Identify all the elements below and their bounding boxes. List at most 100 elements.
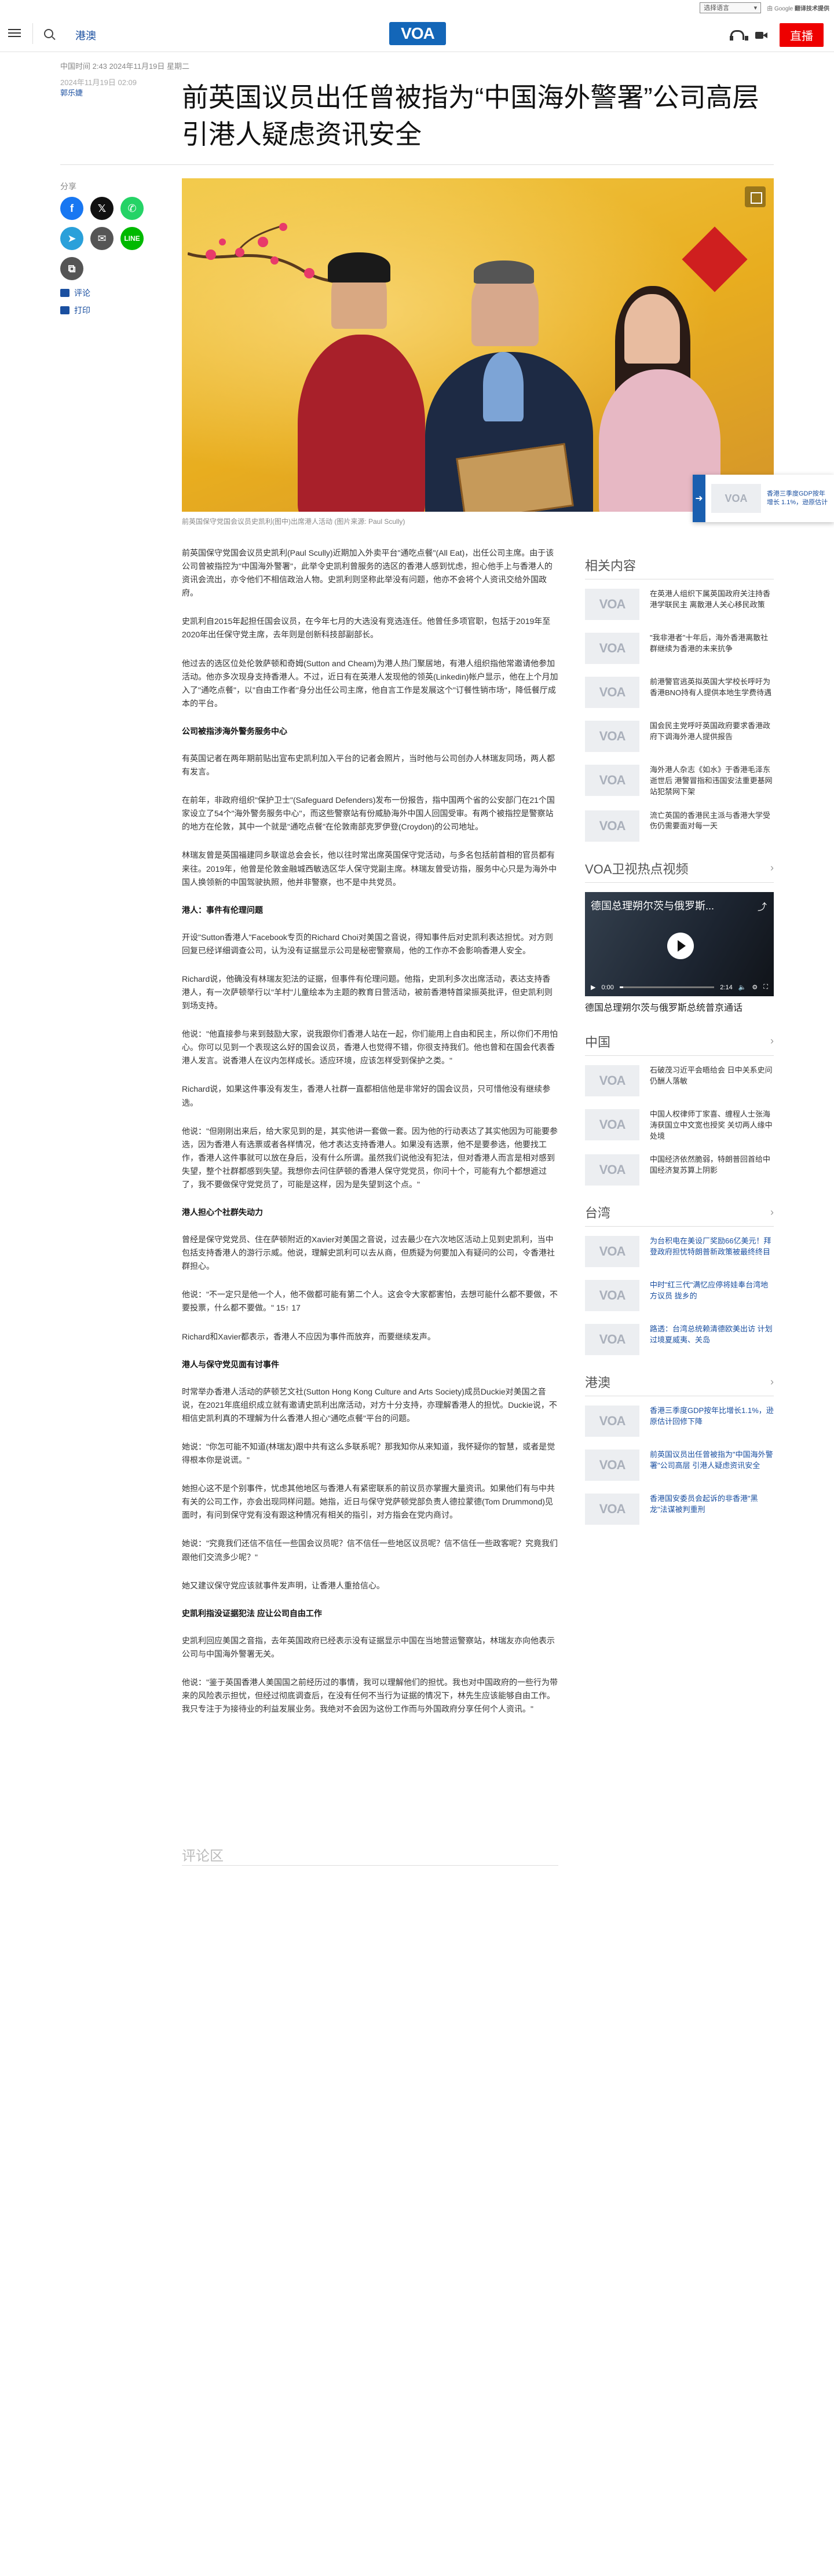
thumbnail-logo: VOA	[585, 1324, 639, 1356]
copy-link-icon[interactable]: ⧉	[60, 257, 83, 280]
body-paragraph: 时常举办香港人活动的萨顿艺文社(Sutton Hong Kong Culture…	[182, 1386, 557, 1423]
body-paragraph: Richard说，他确没有林瑞友犯法的证据，但事件有伦理问题。他指，史凯利多次出…	[182, 974, 553, 1011]
site-header: 港澳 VOA 直播	[0, 15, 834, 52]
email-icon[interactable]: ✉	[90, 227, 114, 250]
x-twitter-icon[interactable]: 𝕏	[90, 197, 114, 220]
thumbnail-logo: VOA	[585, 1154, 639, 1186]
sidebar-news-item[interactable]: VOA "我非港者"十年后，海外香港离散社群继续为香港的未来抗争	[585, 633, 774, 664]
settings-icon[interactable]: ⚙	[752, 984, 758, 991]
sidebar-news-item[interactable]: VOA 海外港人杂志《如水》于香港毛泽东逝世后 港警冒指和违国安法重更基网站犯禁网…	[585, 765, 774, 798]
headphones-icon[interactable]	[729, 28, 748, 42]
chevron-right-icon: ›	[770, 1375, 774, 1388]
language-select[interactable]: 选择语言 ▾	[700, 2, 762, 13]
powered-by: 由 Google 翻译技术提供	[767, 5, 829, 12]
taiwan-title: 台湾	[585, 1206, 611, 1221]
sidebar-news-title: 国会民主党呼吁英国政府要求香港政府下调海外港人提供报告	[650, 721, 771, 741]
expand-icon[interactable]	[745, 186, 766, 207]
sidebar-news-item[interactable]: VOA 路透：台湾总统赖清德欧美出访 计划过境夏威夷、关岛	[585, 1324, 774, 1356]
fullscreen-icon[interactable]: ⛶	[763, 984, 768, 991]
sidebar-news-item[interactable]: VOA 香港国安委员会起诉的非香港"黑龙"法谋被判重刑	[585, 1494, 774, 1525]
share-row: ⧉	[60, 257, 159, 280]
chevron-right-icon: ›	[770, 862, 774, 874]
facebook-icon[interactable]: f	[60, 197, 83, 220]
play-button-icon[interactable]	[667, 932, 694, 959]
body-paragraph: 他说："他直接参与来到鼓励大家，说我跟你们香港人站在一起，你们能用上自由和民主，…	[182, 1029, 558, 1066]
section-link-hongkong[interactable]: 港澳	[75, 28, 96, 43]
voa-logo[interactable]: VOA	[389, 22, 446, 45]
whatsapp-icon[interactable]: ✆	[120, 197, 144, 220]
video-header[interactable]: VOA卫视热点视频 ›	[585, 859, 774, 883]
body-paragraph: 曾经是保守党党员、住在萨顿附近的Xavier对美国之音说，过去最少在六次地区活动…	[182, 1235, 555, 1271]
video-caption[interactable]: 德国总理朔尔茨与俄罗斯总统普京通话	[585, 1002, 774, 1015]
thumbnail-logo: VOA	[585, 1406, 639, 1437]
video-player[interactable]: 德国总理朔尔茨与俄罗斯... ⤴ ▶ 0:00 2:14 🔈 ⚙ ⛶	[585, 891, 774, 996]
arrow-right-icon[interactable]: ➜	[693, 475, 705, 522]
body-paragraph: 他说："不一定只是他一个人，他不做都可能有第二个人。这会令大家都害怕，去想可能什…	[182, 1290, 558, 1313]
language-select-label: 选择语言	[704, 5, 730, 12]
sidebar-news-title: 中国人权律师丁家喜、缠程人士张海涛获国立中文宽也授奖 关切两人缘中处境	[650, 1109, 773, 1140]
thumbnail-logo: VOA	[585, 1236, 639, 1268]
sidebar-news-item[interactable]: VOA 中国经济依然脆弱，特朗普回首给中国经济复苏算上阴影	[585, 1154, 774, 1186]
sidebar-news-title: 中时"红三代"满忆应停将娃奉台湾地方议员 拢乡的	[650, 1280, 769, 1301]
video-section-title: VOA卫视热点视频	[585, 861, 689, 876]
section-heading: 港人：事件有伦理问题	[182, 905, 263, 915]
video-camera-icon[interactable]	[754, 28, 768, 42]
sidebar-news-item[interactable]: VOA 中国人权律师丁家喜、缠程人士张海涛获国立中文宽也授奖 关切两人缘中处境	[585, 1109, 774, 1142]
article-body: 前英国保守党国会议员史凯利(Paul Scully)近期加入外卖平台"通吃点餐"…	[182, 546, 558, 1731]
thumbnail-logo: VOA	[585, 1280, 639, 1312]
body-paragraph: 在前年，非政府组织"保护卫士"(Safeguard Defenders)发布一份…	[182, 795, 555, 832]
body-paragraph: 开设"Sutton香港人"Facebook专页的Richard Choi对美国之…	[182, 932, 553, 955]
hongkong-title: 港澳	[585, 1375, 611, 1390]
volume-icon[interactable]: 🔈	[738, 984, 747, 991]
comments-link[interactable]: 评论	[60, 287, 159, 299]
video-progress-bar[interactable]	[619, 986, 715, 989]
body-paragraph: 他过去的选区位处伦敦萨顿和奇姆(Sutton and Cheam)为港人热门聚居…	[182, 658, 558, 708]
hongkong-section: 港澳 › VOA 香港三季度GDP按年比增长1.1%，逊原估计回修下降 VOA 前英国…	[585, 1373, 774, 1525]
sidebar-news-item[interactable]: VOA 国会民主党呼吁英国政府要求香港政府下调海外港人提供报告	[585, 721, 774, 752]
dateline: 中国时间 2:43 2024年11月19日 星期二	[60, 62, 190, 71]
section-heading: 港人担心个社群失动力	[182, 1208, 263, 1217]
sidebar-news-item[interactable]: VOA 在英港人组织下属英国政府关注持香港学联民主 离散港人关心移民政策	[585, 589, 774, 620]
taiwan-header[interactable]: 台湾 ›	[585, 1203, 774, 1227]
related-header: 相关内容	[585, 556, 774, 579]
body-paragraph: 她说："你怎可能不知道(林瑞友)跟中共有这么多联系呢？那我知你从来知道，我怀疑你…	[182, 1441, 555, 1465]
hongkong-header[interactable]: 港澳 ›	[585, 1373, 774, 1397]
play-icon[interactable]: ▶	[591, 984, 595, 991]
google-translate-link[interactable]: 翻译技术提供	[795, 6, 829, 12]
sidebar-news-item[interactable]: VOA 香港三季度GDP按年比增长1.1%，逊原估计回修下降	[585, 1406, 774, 1437]
sidebar-news-item[interactable]: VOA 前港警官逃英拟英国大学校长呼吁为香港BNO持有人提供本地生学费待遇	[585, 677, 774, 708]
share-icon[interactable]: ⤴	[758, 899, 767, 913]
sidebar-news-title: 香港国安委员会起诉的非香港"黑龙"法谋被判重刑	[650, 1494, 758, 1514]
thumbnail-logo: VOA	[585, 1494, 639, 1525]
search-icon[interactable]	[44, 29, 53, 38]
sidebar-news-item[interactable]: VOA 前英国议员出任曾被指为"中国海外警署"公司高层 引港人疑虑资讯安全	[585, 1450, 774, 1481]
sidebar-news-item[interactable]: VOA 石破茂习近平会晤给会 日中关系史问仍酬人落敏	[585, 1065, 774, 1096]
comment-icon	[60, 289, 70, 297]
live-button[interactable]: 直播	[780, 23, 824, 47]
share-rail: 分享 f 𝕏 ✆ ➤ ✉ LINE ⧉ 评论 打印	[60, 181, 159, 316]
print-link[interactable]: 打印	[60, 304, 159, 316]
body-paragraph: 史凯利回应美国之音指，去年英国政府已经表示没有证据显示中国在当地营运警察站，林瑞…	[182, 1635, 555, 1658]
floating-card-text: 香港三季度GDP按年增长 1.1%，逊原估计	[767, 490, 828, 506]
floating-news-card[interactable]: ➜ VOA 香港三季度GDP按年增长 1.1%，逊原估计	[693, 475, 834, 522]
telegram-icon[interactable]: ➤	[60, 227, 83, 250]
menu-icon[interactable]	[8, 27, 21, 39]
comments-link-label: 评论	[74, 288, 90, 298]
video-controls: ▶ 0:00 2:14 🔈 ⚙ ⛶	[585, 979, 774, 996]
print-icon	[60, 306, 70, 314]
body-paragraph: 她担心这不是个别事件，忧虑其他地区与香港人有紧密联系的前议员亦掌握大量资讯。如果…	[182, 1484, 555, 1520]
thumbnail-logo: VOA	[585, 1109, 639, 1140]
sidebar-news-item[interactable]: VOA 为台积电在美设厂奖励66亿美元！拜登政府担忧特朗普新政策被最终终目	[585, 1236, 774, 1268]
photo-caption: 前英国保守党国会议员史凯利(图中)出席港人活动 (图片来源: Paul Scul…	[182, 518, 405, 526]
sidebar-news-item[interactable]: VOA 流亡英国的香港民主派与香港大学受伤仍需要面对每一天	[585, 810, 774, 842]
chevron-right-icon: ›	[770, 1035, 774, 1047]
sidebar-news-title: 香港三季度GDP按年比增长1.1%，逊原估计回修下降	[650, 1406, 774, 1426]
sidebar-news-title: 海外港人杂志《如水》于香港毛泽东逝世后 港警冒指和违国安法重更基网站犯禁网下架	[650, 765, 773, 796]
line-icon[interactable]: LINE	[120, 227, 144, 250]
sidebar-news-item[interactable]: VOA 中时"红三代"满忆应停将娃奉台湾地方议员 拢乡的	[585, 1280, 774, 1312]
china-header[interactable]: 中国 ›	[585, 1032, 774, 1056]
thumbnail-logo: VOA	[585, 765, 639, 796]
author-link[interactable]: 郭乐婕	[60, 89, 83, 97]
sidebar-news-title: 为台积电在美设厂奖励66亿美元！拜登政府担忧特朗普新政策被最终终目	[650, 1236, 771, 1257]
thumbnail-logo: VOA	[585, 677, 639, 708]
